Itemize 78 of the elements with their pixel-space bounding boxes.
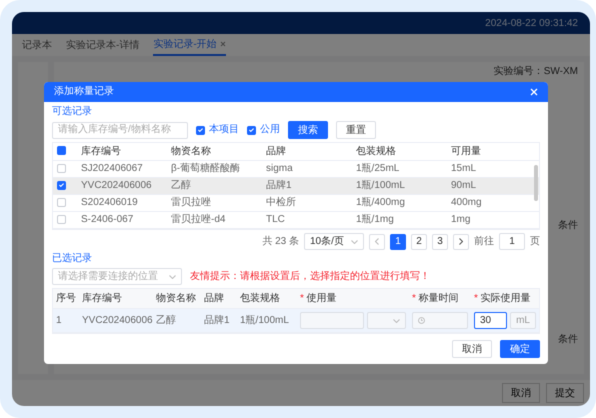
unit-select[interactable] [367, 312, 406, 329]
page-suffix: 页 [530, 236, 540, 248]
scrollbar[interactable] [534, 165, 538, 201]
total-count: 共 23 条 [262, 236, 299, 248]
table-cell: 1瓶/1mg [352, 212, 447, 228]
column-header: 品牌 [262, 143, 352, 160]
table-cell: 品牌1 [201, 308, 237, 332]
column-header: 库存编号 [79, 289, 153, 308]
table-cell: 雷贝拉唑 [167, 194, 262, 212]
date-time: 2024-08-22 09:31:42 [485, 18, 578, 28]
footer-button[interactable]: 取消 [502, 383, 540, 403]
search-button[interactable]: 搜索 [288, 121, 328, 139]
page-button[interactable]: 2 [411, 234, 427, 250]
warning-tip: 友情提示：请根据设置后，选择指定的位置进行填写！ [190, 270, 430, 282]
page-tab[interactable]: 记录本 [22, 34, 52, 56]
column-header: 物资名称 [167, 143, 262, 160]
time-field[interactable] [412, 312, 468, 329]
table-cell: 1 [53, 308, 79, 332]
column-header: 库存编号 [77, 143, 167, 160]
section-heading: 可选记录 [52, 106, 93, 118]
table-cell: 乙醇 [153, 308, 201, 332]
chevron-right-icon [459, 238, 463, 245]
column-header: 包装规格 [237, 289, 297, 308]
confirm-button[interactable]: 确定 [500, 340, 540, 358]
table-cell: S202406019 [77, 194, 167, 212]
table-cell: TLC [262, 212, 352, 228]
page-tab[interactable]: 实验记录本-详情 [66, 34, 140, 56]
page-button[interactable]: 1 [390, 234, 406, 250]
chevron-down-icon [351, 240, 358, 244]
table-cell: 1瓶/100mL [237, 308, 297, 332]
page-size-select[interactable]: 10条/页 [304, 233, 364, 250]
section-heading: 已选记录 [52, 253, 93, 265]
experiment-id: 实验编号：SW-XM [494, 64, 578, 78]
checkbox[interactable] [247, 126, 256, 134]
checkbox[interactable] [57, 180, 66, 190]
table-cell: YVC202406006 [77, 178, 167, 194]
column-header: 可用量 [447, 143, 539, 160]
close-icon[interactable] [220, 41, 226, 47]
table-cell: 雷贝拉唑-d4 [167, 212, 262, 228]
filter-label: 本项目 [209, 124, 239, 136]
table-cell: 乙醇 [167, 178, 262, 194]
amount-field[interactable] [300, 312, 364, 329]
table-cell: 1瓶/400mg [352, 194, 447, 212]
reset-button[interactable]: 重置 [336, 121, 376, 139]
table-cell: 1瓶/100mL [352, 178, 447, 194]
dialog-title: 添加称量记录 [54, 86, 114, 98]
next-page-button[interactable] [453, 234, 469, 250]
page-button[interactable]: 3 [432, 234, 448, 250]
column-header: * 使用量 [297, 289, 409, 308]
chevron-left-icon [375, 238, 379, 245]
chevron-down-icon [393, 318, 400, 322]
column-header: 品牌 [201, 289, 237, 308]
column-header: * 实际使用量 [471, 289, 539, 308]
condition-label: 条件 [558, 333, 578, 346]
prev-page-button[interactable] [369, 234, 385, 250]
cancel-button[interactable]: 取消 [452, 340, 492, 358]
column-header: 序号 [53, 289, 79, 308]
column-header: 包装规格 [352, 143, 447, 160]
condition-label: 条件 [558, 219, 578, 232]
page-tab[interactable]: 实验记录-开始 [153, 34, 226, 56]
table-cell: YVC202406006 [79, 308, 153, 332]
table-cell: S-2406-067 [77, 212, 167, 228]
filter-label: 公用 [260, 124, 280, 136]
column-header: 物资名称 [153, 289, 201, 308]
chevron-down-icon [169, 274, 176, 278]
page-input[interactable]: 1 [499, 233, 525, 250]
table-cell: 90mL [447, 178, 539, 194]
unit-label: mL [510, 312, 536, 329]
checkbox[interactable] [196, 126, 205, 134]
checkbox[interactable] [57, 146, 66, 156]
actual-amount-field[interactable]: 30 [474, 312, 508, 329]
table-cell: 1mg [447, 212, 539, 228]
goto-label: 前往 [474, 236, 494, 248]
footer-button[interactable]: 提交 [546, 383, 584, 403]
table-cell: 品牌1 [262, 178, 352, 194]
column-header: * 称量时间 [409, 289, 471, 308]
table-cell: 中检所 [262, 194, 352, 212]
clock-icon [418, 317, 425, 324]
